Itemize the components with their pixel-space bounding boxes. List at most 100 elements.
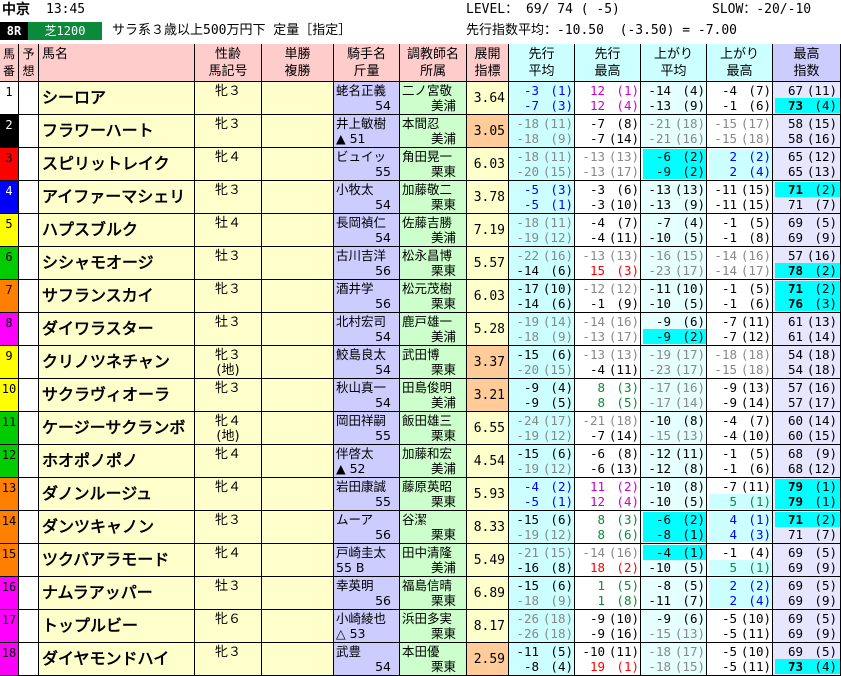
prediction-mark-cell[interactable] bbox=[19, 313, 39, 346]
prediction-mark-cell[interactable] bbox=[19, 115, 39, 148]
col-header-agari-avg[interactable]: 上がり 平均 bbox=[641, 44, 707, 82]
prediction-mark-cell[interactable] bbox=[19, 643, 39, 676]
prediction-mark-cell[interactable] bbox=[19, 280, 39, 313]
horse-name[interactable]: サフランスカイ bbox=[39, 280, 195, 313]
col-header-senko-avg[interactable]: 先行 平均 bbox=[509, 44, 575, 82]
prediction-mark-cell[interactable] bbox=[19, 346, 39, 379]
col-header-jockey[interactable]: 騎手名 斤量 bbox=[334, 44, 400, 82]
jockey-cell[interactable]: 伴啓太 ▲ 52 bbox=[334, 445, 400, 478]
horse-name[interactable]: ツクバアラモード bbox=[39, 544, 195, 577]
prediction-mark-cell[interactable] bbox=[19, 82, 39, 115]
trainer-cell[interactable]: 浜田多実 栗東 bbox=[400, 610, 467, 643]
prediction-mark-cell[interactable] bbox=[19, 610, 39, 643]
horse-name[interactable]: アイファーマシェリ bbox=[39, 181, 195, 214]
table-row[interactable]: 2 フラワーハート 牝３ 井上敏樹 ▲ 51 本間忍 美浦 3.05 -18 (11) -18 (9)… bbox=[0, 115, 841, 148]
trainer-cell[interactable]: 加藤和宏 美浦 bbox=[400, 445, 467, 478]
col-header-odds[interactable]: 単勝 複勝 bbox=[262, 44, 334, 82]
trainer-cell[interactable]: 田中清隆 美浦 bbox=[400, 544, 467, 577]
horse-name[interactable]: ダノンルージュ bbox=[39, 478, 195, 511]
jockey-cell[interactable]: 北村宏司 54 bbox=[334, 313, 400, 346]
trainer-cell[interactable]: 谷潔 栗東 bbox=[400, 511, 467, 544]
trainer-cell[interactable]: 二ノ宮敬 美浦 bbox=[400, 82, 467, 115]
trainer-cell[interactable]: 角田晃一 栗東 bbox=[400, 148, 467, 181]
race-number[interactable]: 8R bbox=[0, 22, 28, 40]
col-header-trainer[interactable]: 調教師名 所属 bbox=[400, 44, 467, 82]
table-row[interactable]: 3 スピリットレイク 牝４ ビュイッ 55 角田晃一 栗東 6.03 -18 (11) -20 (15… bbox=[0, 148, 841, 181]
table-row[interactable]: 7 サフランスカイ 牝３ 酒井学 56 松元茂樹 栗東 6.03 -17 (10) -14 (6) -1… bbox=[0, 280, 841, 313]
trainer-cell[interactable]: 福島信晴 栗東 bbox=[400, 577, 467, 610]
horse-name[interactable]: クリノツネチャン bbox=[39, 346, 195, 379]
jockey-cell[interactable]: 酒井学 56 bbox=[334, 280, 400, 313]
jockey-cell[interactable]: ビュイッ 55 bbox=[334, 148, 400, 181]
table-row[interactable]: 1 シーロア 牝３ 蛯名正義 54 二ノ宮敬 美浦 3.64 -3 (1) -7 (3) 12 (1) 12… bbox=[0, 82, 841, 115]
trainer-cell[interactable]: 加藤敬二 栗東 bbox=[400, 181, 467, 214]
trainer-cell[interactable]: 藤原英昭 栗東 bbox=[400, 478, 467, 511]
prediction-mark-cell[interactable] bbox=[19, 214, 39, 247]
jockey-cell[interactable]: 秋山真一 54 bbox=[334, 379, 400, 412]
trainer-cell[interactable]: 武田博 栗東 bbox=[400, 346, 467, 379]
col-header-tenkai[interactable]: 展開 指標 bbox=[467, 44, 509, 82]
horse-name[interactable]: トップルビー bbox=[39, 610, 195, 643]
jockey-cell[interactable]: 戸崎圭太 55 B bbox=[334, 544, 400, 577]
jockey-cell[interactable]: 井上敏樹 ▲ 51 bbox=[334, 115, 400, 148]
table-row[interactable]: 4 アイファーマシェリ 牝３ 小牧太 54 加藤敬二 栗東 3.78 -5 (3) -5 (1) -3(… bbox=[0, 181, 841, 214]
table-row[interactable]: 14 ダンツキャノン 牝３ ムーア 56 谷潔 栗東 8.33 -15 (6) -19 (12) 8 (3… bbox=[0, 511, 841, 544]
jockey-cell[interactable]: 小牧太 54 bbox=[334, 181, 400, 214]
trainer-cell[interactable]: 本間忍 美浦 bbox=[400, 115, 467, 148]
jockey-cell[interactable]: 岡田祥嗣 55 bbox=[334, 412, 400, 445]
table-row[interactable]: 8 ダイワラスター 牡３ 北村宏司 54 鹿戸雄一 美浦 5.28 -19 (14) -18 (9) -… bbox=[0, 313, 841, 346]
prediction-mark-cell[interactable] bbox=[19, 379, 39, 412]
prediction-mark-cell[interactable] bbox=[19, 247, 39, 280]
col-header-agari-max[interactable]: 上がり 最高 bbox=[707, 44, 773, 82]
prediction-mark-cell[interactable] bbox=[19, 412, 39, 445]
trainer-cell[interactable]: 松元茂樹 栗東 bbox=[400, 280, 467, 313]
horse-name[interactable]: スピリットレイク bbox=[39, 148, 195, 181]
horse-name[interactable]: シーロア bbox=[39, 82, 195, 115]
col-header-seirei[interactable]: 性齢 馬記号 bbox=[195, 44, 262, 82]
trainer-cell[interactable]: 鹿戸雄一 美浦 bbox=[400, 313, 467, 346]
horse-name[interactable]: サクラヴィオーラ bbox=[39, 379, 195, 412]
trainer-cell[interactable]: 本田優 栗東 bbox=[400, 643, 467, 676]
horse-name[interactable]: ナムラアッパー bbox=[39, 577, 195, 610]
table-row[interactable]: 6 シシャモオージ 牡３ 古川吉洋 56 松永昌博 栗東 5.57 -22 (16) -14 (6) -… bbox=[0, 247, 841, 280]
prediction-mark-cell[interactable] bbox=[19, 544, 39, 577]
prediction-mark-cell[interactable] bbox=[19, 445, 39, 478]
jockey-cell[interactable]: 蛯名正義 54 bbox=[334, 82, 400, 115]
col-header-name[interactable]: 馬名 bbox=[39, 44, 195, 82]
jockey-cell[interactable]: 岩田康誠 55 bbox=[334, 478, 400, 511]
col-header-senko-max[interactable]: 先行 最高 bbox=[575, 44, 641, 82]
table-row[interactable]: 15 ツクバアラモード 牝４ 戸崎圭太 55 B 田中清隆 美浦 5.49 -21 (15) -16… bbox=[0, 544, 841, 577]
horse-name[interactable]: ダイワラスター bbox=[39, 313, 195, 346]
table-row[interactable]: 18 ダイヤモンドハイ 牝３ 武豊 54 本田優 栗東 2.59 -11 (5) -8 (4) -10(… bbox=[0, 643, 841, 676]
horse-name[interactable]: ケージーサクランボ bbox=[39, 412, 195, 445]
table-row[interactable]: 12 ホオポノポノ 牝４ 伴啓太 ▲ 52 加藤和宏 美浦 4.54 -15 (6) -19 (12)… bbox=[0, 445, 841, 478]
col-header-max-index[interactable]: 最高 指数 bbox=[773, 44, 841, 82]
table-row[interactable]: 5 ハプスブルク 牡４ 長岡禎仁 54 佐藤吉勝 美浦 7.19 -18 (11) -19 (12) -… bbox=[0, 214, 841, 247]
trainer-cell[interactable]: 松永昌博 栗東 bbox=[400, 247, 467, 280]
jockey-cell[interactable]: 小崎綾也 △ 53 bbox=[334, 610, 400, 643]
horse-name[interactable]: フラワーハート bbox=[39, 115, 195, 148]
jockey-cell[interactable]: 武豊 54 bbox=[334, 643, 400, 676]
jockey-cell[interactable]: 長岡禎仁 54 bbox=[334, 214, 400, 247]
prediction-mark-cell[interactable] bbox=[19, 511, 39, 544]
prediction-mark-cell[interactable] bbox=[19, 478, 39, 511]
prediction-mark-cell[interactable] bbox=[19, 148, 39, 181]
trainer-cell[interactable]: 佐藤吉勝 美浦 bbox=[400, 214, 467, 247]
horse-name[interactable]: ダイヤモンドハイ bbox=[39, 643, 195, 676]
jockey-cell[interactable]: ムーア 56 bbox=[334, 511, 400, 544]
horse-name[interactable]: ハプスブルク bbox=[39, 214, 195, 247]
horse-name[interactable]: シシャモオージ bbox=[39, 247, 195, 280]
table-row[interactable]: 13 ダノンルージュ 牝４ 岩田康誠 55 藤原英昭 栗東 5.93 -4 (2) -5 (1) 11(… bbox=[0, 478, 841, 511]
jockey-cell[interactable]: 古川吉洋 56 bbox=[334, 247, 400, 280]
table-row[interactable]: 11 ケージーサクランボ 牝４ (地) 岡田祥嗣 55 飯田雄三 栗東 6.55 -24 (17)… bbox=[0, 412, 841, 445]
jockey-cell[interactable]: 幸英明 56 bbox=[334, 577, 400, 610]
table-row[interactable]: 9 クリノツネチャン 牝３ (地) 鮫島良太 54 武田博 栗東 3.37 -15 (6) -20(… bbox=[0, 346, 841, 379]
jockey-cell[interactable]: 鮫島良太 54 bbox=[334, 346, 400, 379]
prediction-mark-cell[interactable] bbox=[19, 577, 39, 610]
horse-name[interactable]: ダンツキャノン bbox=[39, 511, 195, 544]
prediction-mark-cell[interactable] bbox=[19, 181, 39, 214]
trainer-cell[interactable]: 飯田雄三 栗東 bbox=[400, 412, 467, 445]
table-row[interactable]: 17 トップルビー 牝６ 小崎綾也 △ 53 浜田多実 栗東 8.17 -26 (18) -26 (1… bbox=[0, 610, 841, 643]
trainer-cell[interactable]: 田島俊明 美浦 bbox=[400, 379, 467, 412]
table-row[interactable]: 10 サクラヴィオーラ 牝３ 秋山真一 54 田島俊明 美浦 3.21 -9 (4) -9 (5) 8(… bbox=[0, 379, 841, 412]
